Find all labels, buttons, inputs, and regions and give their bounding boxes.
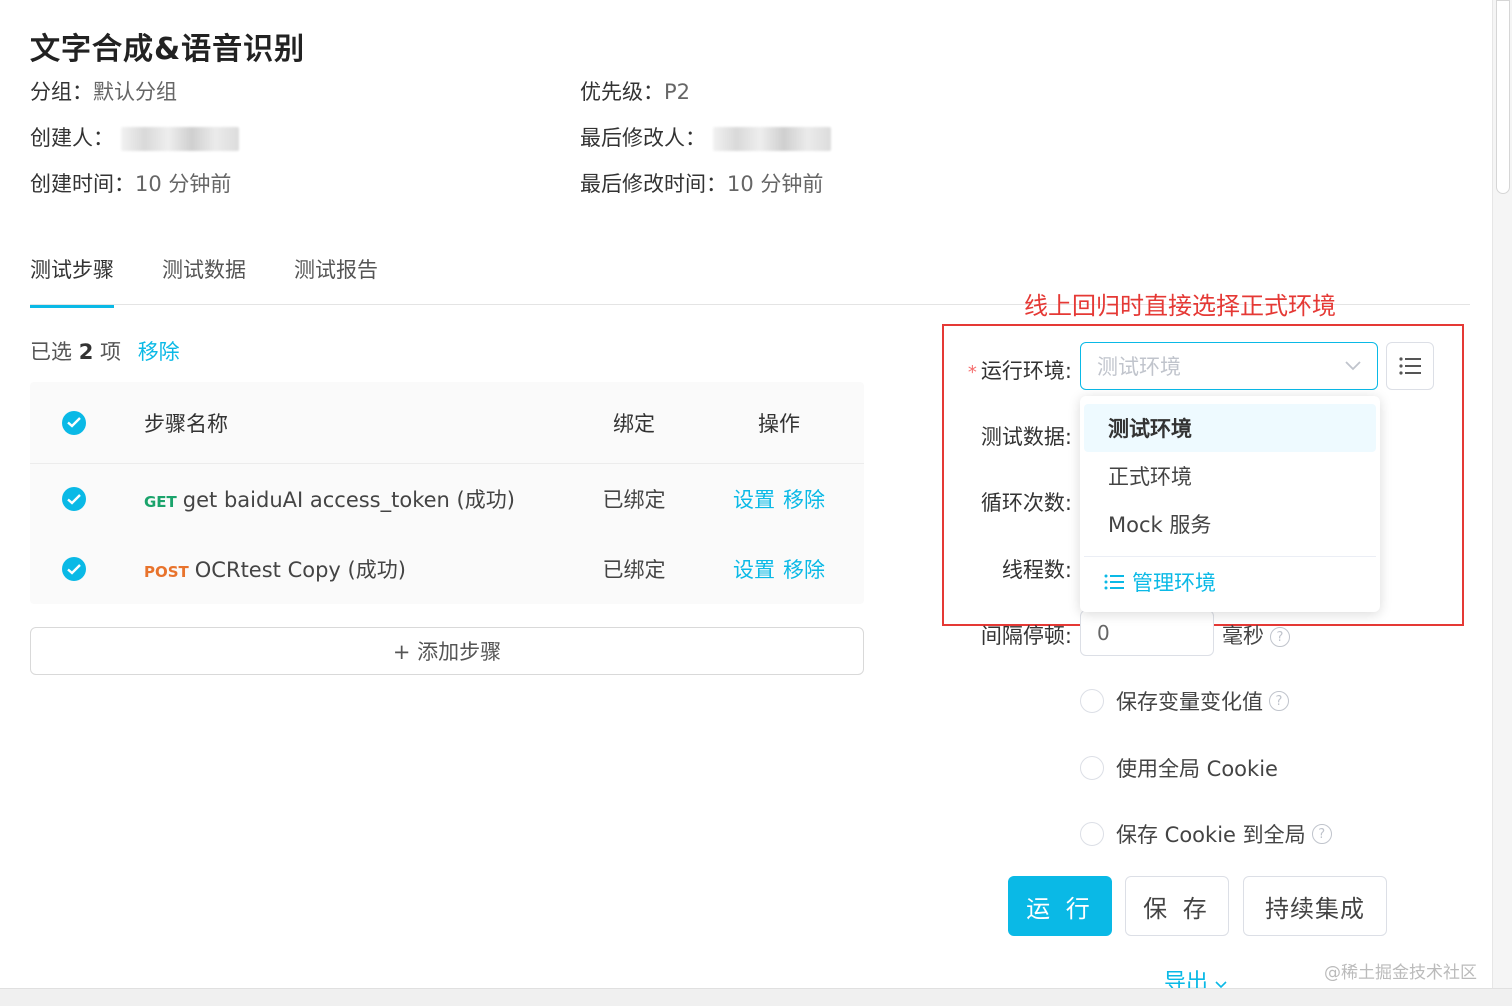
step-settings-link[interactable]: 设置	[733, 558, 775, 582]
page-title: 文字合成&语音识别	[30, 32, 306, 67]
steps-table: 步骤名称 绑定 操作 GET get baiduAI access_token (…	[30, 382, 864, 604]
tab-bar: 测试步骤 测试数据 测试报告	[30, 254, 378, 308]
bind-status: 已绑定	[602, 488, 666, 512]
save-var-option: 保存变量变化值?	[1080, 686, 1289, 716]
thread-label: 线程数:	[1001, 558, 1072, 582]
row-checkbox[interactable]	[62, 487, 86, 511]
meta-priority: 优先级：P2	[580, 80, 691, 104]
remove-selected-link[interactable]: 移除	[138, 340, 180, 364]
watermark: @稀土掘金技术社区	[1324, 963, 1477, 983]
meta-modifier: 最后修改人：	[580, 122, 831, 152]
global-cookie-checkbox[interactable]	[1080, 756, 1104, 780]
scrollbar-thumb[interactable]	[1496, 0, 1510, 194]
row-checkbox[interactable]	[62, 557, 86, 581]
annotation-text: 线上回归时直接选择正式环境	[1024, 292, 1336, 320]
check-icon	[67, 563, 81, 575]
ci-button[interactable]: 持续集成	[1243, 876, 1387, 936]
tab-test-data[interactable]: 测试数据	[162, 254, 246, 306]
list-icon	[1104, 574, 1124, 590]
env-list-button[interactable]	[1386, 342, 1434, 390]
selection-bar: 已选 2 项 移除	[30, 340, 180, 364]
env-label: * 运行环境:	[967, 359, 1072, 383]
add-step-button[interactable]: + 添加步骤	[30, 627, 864, 675]
env-option-test[interactable]: 测试环境	[1084, 404, 1376, 452]
header-step-name: 步骤名称	[144, 411, 228, 436]
required-mark: *	[967, 362, 977, 383]
list-icon	[1399, 357, 1421, 375]
meta-creator: 创建人：	[30, 122, 239, 152]
bind-status: 已绑定	[602, 558, 666, 582]
step-name[interactable]: OCRtest Copy (成功)	[195, 558, 406, 582]
check-icon	[67, 417, 81, 428]
save-cookie-option: 保存 Cookie 到全局?	[1080, 819, 1332, 849]
check-icon	[67, 493, 81, 505]
save-button[interactable]: 保 存	[1125, 876, 1229, 936]
save-cookie-checkbox[interactable]	[1080, 822, 1104, 846]
env-select-value: 测试环境	[1097, 355, 1181, 379]
step-settings-link[interactable]: 设置	[733, 488, 775, 512]
select-all-checkbox[interactable]	[62, 410, 86, 435]
method-badge: POST	[144, 563, 189, 581]
data-label: 测试数据:	[980, 425, 1072, 449]
help-icon[interactable]: ?	[1311, 824, 1332, 844]
method-badge: GET	[144, 493, 177, 511]
header-op: 操作	[758, 411, 800, 436]
table-row: POST OCRtest Copy (成功) 已绑定 设置 移除	[30, 534, 864, 604]
modifier-redacted	[712, 127, 831, 151]
global-cookie-option: 使用全局 Cookie	[1080, 753, 1278, 783]
loop-label: 循环次数:	[980, 491, 1072, 515]
meta-created-time: 创建时间：10 分钟前	[30, 172, 232, 196]
save-var-checkbox[interactable]	[1080, 689, 1104, 713]
table-row: GET get baiduAI access_token (成功) 已绑定 设置移…	[30, 464, 864, 534]
step-name[interactable]: get baiduAI access_token (成功)	[183, 488, 515, 512]
run-button[interactable]: 运 行	[1008, 876, 1112, 936]
interval-unit: 毫秒?	[1222, 620, 1290, 650]
table-header: 步骤名称 绑定 操作	[30, 382, 864, 464]
interval-input[interactable]: 0	[1080, 610, 1214, 656]
manage-env-link[interactable]: 管理环境	[1080, 557, 1380, 607]
env-select[interactable]: 测试环境	[1080, 342, 1378, 390]
step-remove-link[interactable]: 移除	[783, 488, 825, 512]
selection-count: 2	[78, 340, 94, 364]
help-icon[interactable]: ?	[1269, 691, 1289, 711]
meta-modified-time: 最后修改时间：10 分钟前	[580, 172, 824, 196]
help-icon[interactable]: ?	[1270, 627, 1290, 647]
env-dropdown: 测试环境 正式环境 Mock 服务 管理环境	[1080, 396, 1380, 612]
header-bind: 绑定	[613, 411, 655, 436]
tab-test-report[interactable]: 测试报告	[294, 254, 378, 306]
interval-label: 间隔停顿:	[980, 624, 1072, 648]
tab-test-steps[interactable]: 测试步骤	[30, 254, 114, 308]
bottom-bar	[0, 988, 1512, 1006]
meta-group: 分组：默认分组	[30, 80, 177, 104]
env-option-prod[interactable]: 正式环境	[1084, 452, 1376, 500]
env-option-mock[interactable]: Mock 服务	[1084, 500, 1376, 548]
chevron-down-icon	[1345, 361, 1361, 371]
creator-redacted	[120, 127, 239, 151]
step-remove-link[interactable]: 移除	[783, 558, 825, 582]
